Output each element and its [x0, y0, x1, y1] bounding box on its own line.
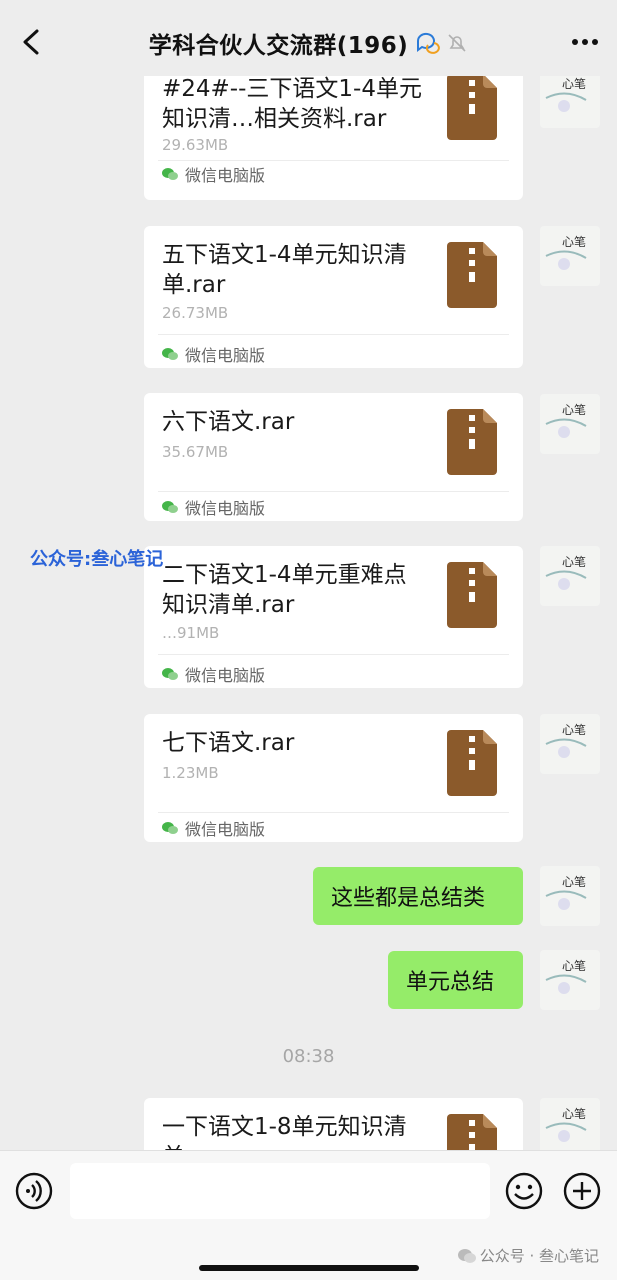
svg-text:心笔: 心笔: [562, 1106, 586, 1121]
svg-text:心笔: 心笔: [562, 722, 586, 737]
zip-file-icon: [447, 562, 497, 628]
overlay-watermark: 公众号:叁心笔记: [30, 549, 164, 570]
zip-file-icon: [447, 730, 497, 796]
svg-text:心笔: 心笔: [562, 554, 586, 569]
wechat-icon: [162, 668, 178, 680]
file-size: 1.23MB: [162, 764, 219, 782]
avatar[interactable]: 心笔: [540, 714, 600, 774]
voice-icon[interactable]: [14, 1171, 54, 1211]
svg-text:心笔: 心笔: [562, 234, 586, 249]
source-label: 微信电脑版: [162, 662, 265, 686]
file-name: #24#--三下语文1-4单元知识清…相关资料.rar: [162, 76, 422, 132]
file-message[interactable]: 七下语文.rar 1.23MB 微信电脑版: [144, 714, 523, 842]
avatar[interactable]: 心笔: [540, 950, 600, 1010]
file-name: 七下语文.rar: [162, 730, 295, 756]
avatar[interactable]: 心笔: [540, 226, 600, 286]
plus-icon[interactable]: [562, 1171, 602, 1211]
divider: [158, 812, 509, 813]
file-name: 二下语文1-4单元重难点知识清单.rar: [162, 562, 407, 618]
file-message[interactable]: #24#--三下语文1-4单元知识清…相关资料.rar 29.63MB 微信电脑…: [144, 76, 523, 200]
divider: [158, 334, 509, 335]
chat-header: 学科合伙人交流群(196): [0, 0, 617, 76]
zip-file-icon: [447, 409, 497, 475]
zip-file-icon: [447, 1114, 497, 1150]
avatar[interactable]: 心笔: [540, 394, 600, 454]
file-name: 六下语文.rar: [162, 409, 295, 435]
input-bar: 公众号 · 叁心笔记: [0, 1150, 617, 1280]
wechat-icon: [457, 1248, 476, 1263]
chat-title: 学科合伙人交流群(196): [148, 33, 409, 59]
timestamp: 08:38: [282, 1046, 335, 1067]
svg-text:心笔: 心笔: [562, 402, 586, 417]
file-message[interactable]: 六下语文.rar 35.67MB 微信电脑版: [144, 393, 523, 521]
divider: [158, 491, 509, 492]
file-size: 26.73MB: [162, 304, 229, 322]
emoji-icon[interactable]: [504, 1171, 544, 1211]
zip-file-icon: [447, 76, 497, 140]
home-indicator: [199, 1265, 419, 1271]
file-size: 35.67MB: [162, 443, 229, 461]
wechat-icon: [162, 168, 178, 180]
more-icon[interactable]: [567, 24, 603, 60]
file-size: …91MB: [162, 624, 220, 642]
file-message[interactable]: 一下语文1-8单元知识清单: [144, 1098, 523, 1150]
wechat-icon: [162, 348, 178, 360]
file-message[interactable]: 二下语文1-4单元重难点知识清单.rar …91MB 微信电脑版: [144, 546, 523, 688]
mute-bell-icon: [448, 34, 466, 52]
group-chat-icon: [417, 32, 441, 54]
zip-file-icon: [447, 242, 497, 308]
source-label: 微信电脑版: [162, 816, 265, 840]
wechat-icon: [162, 822, 178, 834]
chat-area[interactable]: #24#--三下语文1-4单元知识清…相关资料.rar 29.63MB 微信电脑…: [0, 76, 617, 1150]
wechat-icon: [162, 501, 178, 513]
footer-watermark: 公众号 · 叁心笔记: [457, 1245, 599, 1266]
avatar[interactable]: 心笔: [540, 76, 600, 128]
divider: [158, 654, 509, 655]
message-input[interactable]: [70, 1163, 490, 1219]
svg-text:心笔: 心笔: [562, 76, 586, 91]
file-size: 29.63MB: [162, 136, 229, 154]
text-message[interactable]: 单元总结: [388, 951, 523, 1009]
avatar[interactable]: 心笔: [540, 1098, 600, 1150]
source-label: 微信电脑版: [162, 495, 265, 519]
file-name: 五下语文1-4单元知识清单.rar: [162, 242, 407, 298]
divider: [158, 160, 509, 161]
file-message[interactable]: 五下语文1-4单元知识清单.rar 26.73MB 微信电脑版: [144, 226, 523, 368]
avatar[interactable]: 心笔: [540, 546, 600, 606]
avatar[interactable]: 心笔: [540, 866, 600, 926]
svg-text:心笔: 心笔: [562, 874, 586, 889]
title-group: 学科合伙人交流群(196): [0, 26, 617, 60]
file-name: 一下语文1-8单元知识清单: [162, 1114, 407, 1150]
source-label: 微信电脑版: [162, 162, 265, 186]
source-label: 微信电脑版: [162, 342, 265, 366]
text-message[interactable]: 这些都是总结类: [313, 867, 523, 925]
svg-text:心笔: 心笔: [562, 958, 586, 973]
